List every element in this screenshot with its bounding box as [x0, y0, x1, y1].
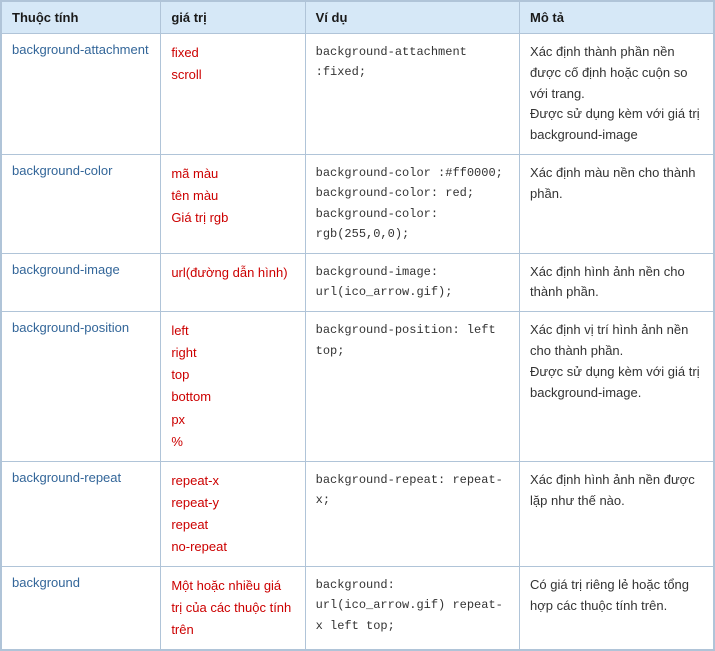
css-background-table: Thuộc tính giá trị Ví dụ Mô tả backgroun…	[0, 0, 715, 651]
example-cell: background-attachment :fixed;	[305, 34, 519, 155]
example-text: background-color :#ff0000;background-col…	[316, 166, 503, 241]
value-cell: leftrighttopbottompx%	[161, 312, 305, 462]
value-text: mã màutên màuGiá trị rgb	[171, 166, 228, 225]
table-row: background-attachment	[2, 34, 161, 155]
table-row: background-color	[2, 154, 161, 253]
table-row: background-repeat	[2, 461, 161, 566]
example-cell: background-image: url(ico_arrow.gif);	[305, 253, 519, 312]
example-text: background-image: url(ico_arrow.gif);	[316, 265, 453, 299]
example-text: background-position: left top;	[316, 323, 496, 357]
example-cell: background-position: left top;	[305, 312, 519, 462]
value-cell: url(đường dẫn hình)	[161, 253, 305, 312]
example-cell: background: url(ico_arrow.gif) repeat-x …	[305, 567, 519, 650]
desc-text: Xác định hình ảnh nền cho thành phần.	[530, 264, 685, 300]
example-cell: background-color :#ff0000;background-col…	[305, 154, 519, 253]
value-cell: mã màutên màuGiá trị rgb	[161, 154, 305, 253]
value-cell: Một hoặc nhiều giá trị của các thuộc tín…	[161, 567, 305, 650]
value-text: leftrighttopbottompx%	[171, 323, 211, 448]
table-row: background-image	[2, 253, 161, 312]
property-link[interactable]: background-repeat	[12, 470, 121, 485]
property-link[interactable]: background-position	[12, 320, 129, 335]
property-link[interactable]: background	[12, 575, 80, 590]
property-link[interactable]: background-attachment	[12, 42, 149, 57]
desc-text: Xác định thành phần nền được cố định hoặ…	[530, 44, 700, 142]
desc-cell: Có giá trị riêng lẻ hoặc tổng hợp các th…	[520, 567, 714, 650]
desc-text: Xác định màu nền cho thành phần.	[530, 165, 696, 201]
desc-text: Xác định hình ảnh nền được lặp như thế n…	[530, 472, 695, 508]
example-cell: background-repeat: repeat-x;	[305, 461, 519, 566]
header-example: Ví dụ	[305, 2, 519, 34]
example-text: background-attachment :fixed;	[316, 45, 467, 79]
desc-text: Xác định vị trí hình ảnh nền cho thành p…	[530, 322, 700, 399]
property-link[interactable]: background-color	[12, 163, 112, 178]
value-cell: repeat-xrepeat-yrepeatno-repeat	[161, 461, 305, 566]
property-link[interactable]: background-image	[12, 262, 120, 277]
example-text: background: url(ico_arrow.gif) repeat-x …	[316, 578, 503, 633]
header-value: giá trị	[161, 2, 305, 34]
header-property: Thuộc tính	[2, 2, 161, 34]
desc-cell: Xác định vị trí hình ảnh nền cho thành p…	[520, 312, 714, 462]
desc-cell: Xác định thành phần nền được cố định hoặ…	[520, 34, 714, 155]
table-row: background-position	[2, 312, 161, 462]
desc-cell: Xác định hình ảnh nền cho thành phần.	[520, 253, 714, 312]
desc-cell: Xác định màu nền cho thành phần.	[520, 154, 714, 253]
example-text: background-repeat: repeat-x;	[316, 473, 503, 507]
desc-text: Có giá trị riêng lẻ hoặc tổng hợp các th…	[530, 577, 689, 613]
value-text: url(đường dẫn hình)	[171, 265, 287, 280]
header-desc: Mô tả	[520, 2, 714, 34]
desc-cell: Xác định hình ảnh nền được lặp như thế n…	[520, 461, 714, 566]
table-row: background	[2, 567, 161, 650]
value-text: fixedscroll	[171, 45, 201, 82]
value-cell: fixedscroll	[161, 34, 305, 155]
value-text: repeat-xrepeat-yrepeatno-repeat	[171, 473, 227, 554]
